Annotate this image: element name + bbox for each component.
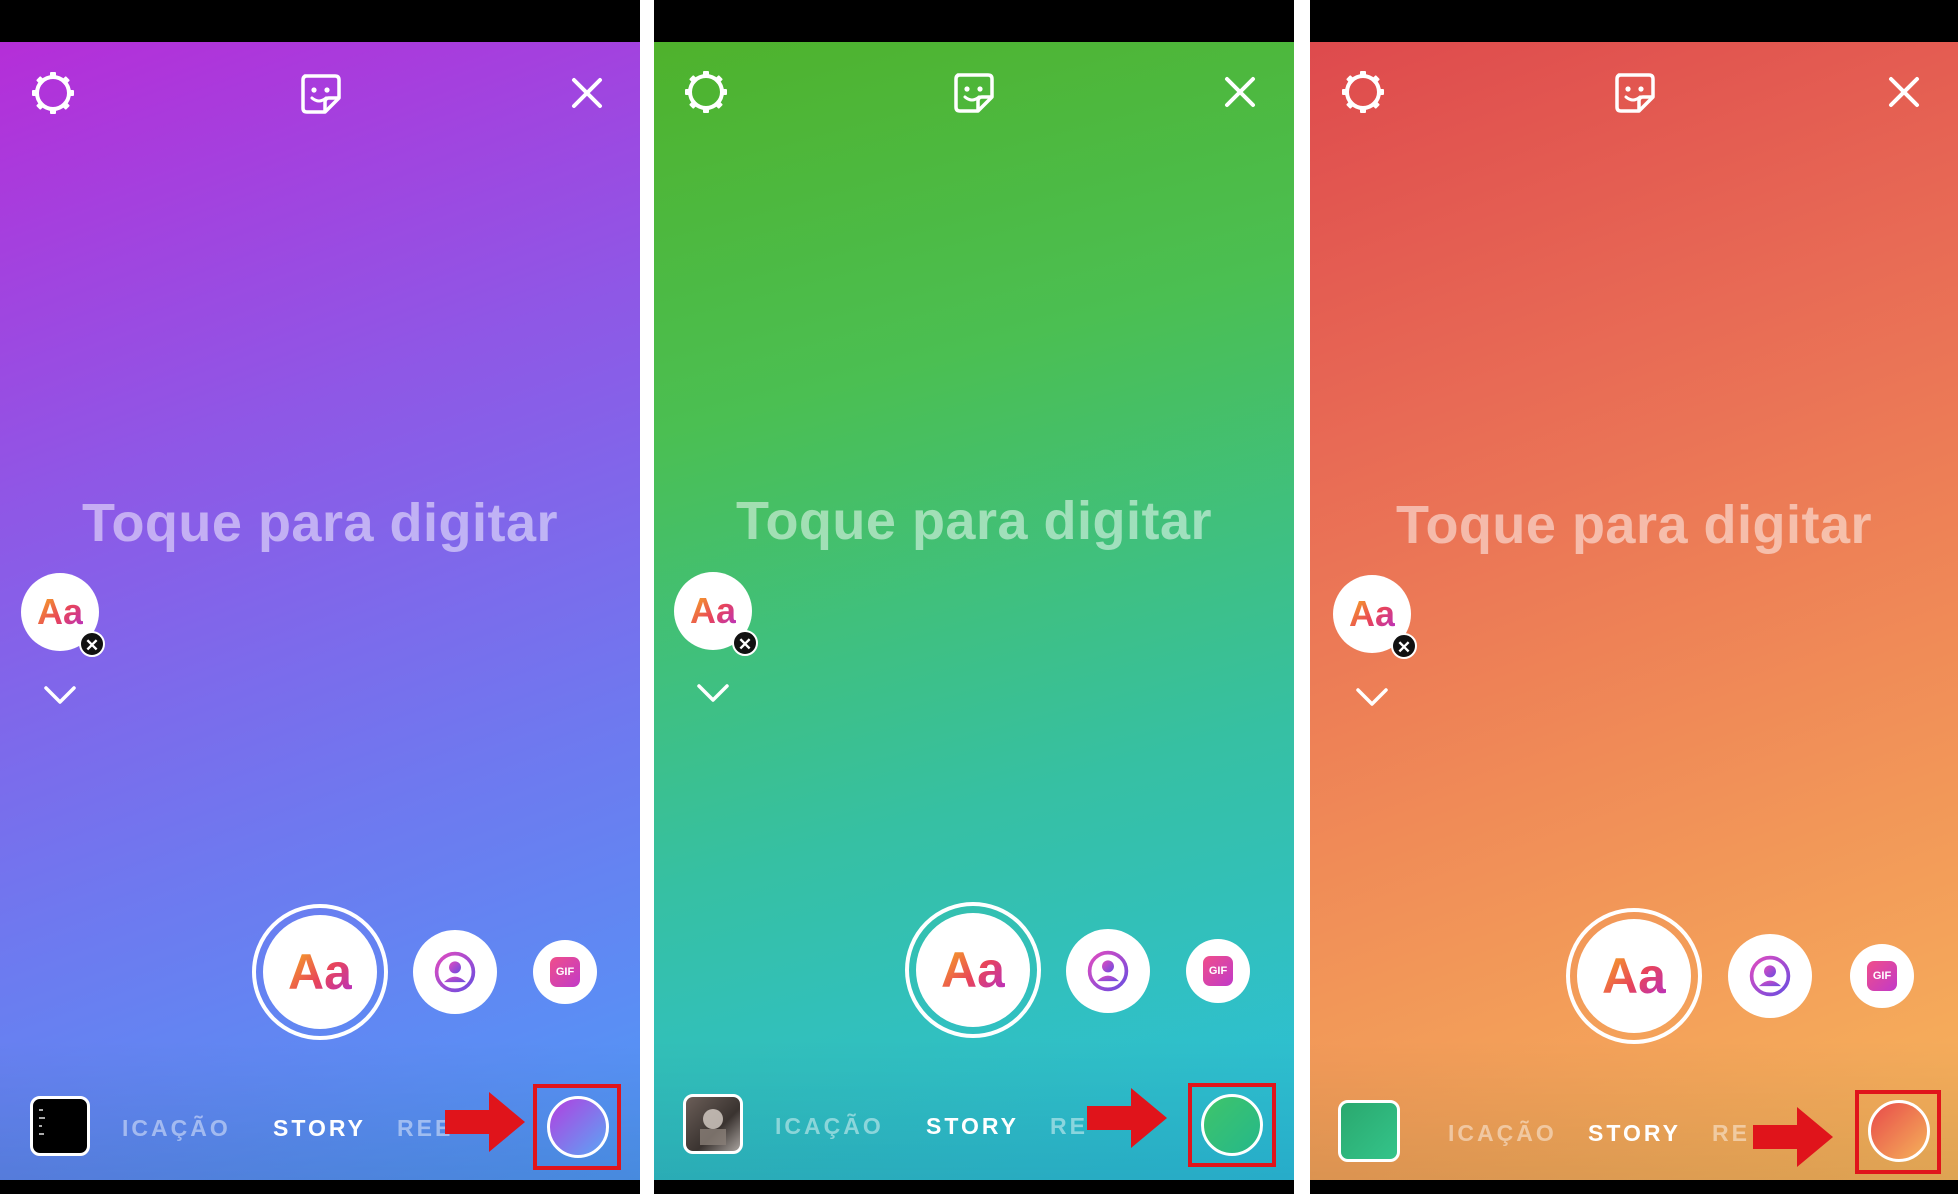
gallery-thumbnail[interactable] xyxy=(683,1094,743,1154)
text-tool-label: Aa xyxy=(689,590,737,631)
mode-publication[interactable]: ICAÇÃO xyxy=(1448,1120,1557,1147)
mention-icon xyxy=(1749,955,1791,997)
story-panel-purple: Toque para digitar Aa ✕ Aa GIF ICAÇÃO ST… xyxy=(0,0,640,1194)
settings-icon[interactable] xyxy=(1335,64,1391,120)
text-style-button[interactable]: Aa ✕ xyxy=(674,572,758,656)
story-canvas[interactable]: Toque para digitar Aa ✕ Aa GIF ICAÇÃO ST… xyxy=(654,42,1294,1180)
red-arrow-annotation xyxy=(445,1092,525,1152)
remove-text-icon[interactable]: ✕ xyxy=(79,631,105,657)
red-arrow-annotation xyxy=(1087,1088,1167,1148)
tap-to-type-hint[interactable]: Toque para digitar xyxy=(654,490,1294,552)
mode-story[interactable]: STORY xyxy=(273,1115,366,1142)
top-black-bar xyxy=(0,0,640,42)
mode-publication[interactable]: ICAÇÃO xyxy=(122,1115,231,1142)
close-icon[interactable] xyxy=(1876,64,1932,120)
mode-publication[interactable]: ICAÇÃO xyxy=(775,1113,884,1140)
create-text-button[interactable]: Aa xyxy=(252,904,388,1040)
text-style-button[interactable]: Aa ✕ xyxy=(1333,575,1417,659)
mention-button[interactable] xyxy=(1728,934,1812,1018)
story-canvas[interactable]: Toque para digitar Aa ✕ Aa GIF ICAÇÃO ST… xyxy=(0,42,640,1180)
highlight-box-annotation xyxy=(533,1084,621,1170)
mention-icon xyxy=(1087,950,1129,992)
story-panel-green: Toque para digitar Aa ✕ Aa GIF ICAÇÃO ST… xyxy=(654,0,1294,1194)
top-black-bar xyxy=(654,0,1294,42)
story-canvas[interactable]: Toque para digitar Aa ✕ Aa GIF ICAÇÃO ST… xyxy=(1310,42,1958,1180)
settings-icon[interactable] xyxy=(25,65,81,121)
mention-button[interactable] xyxy=(1066,929,1150,1013)
sticker-icon[interactable] xyxy=(292,65,348,121)
top-black-bar xyxy=(1310,0,1958,42)
create-text-label: Aa xyxy=(288,944,352,1000)
text-style-button[interactable]: Aa ✕ xyxy=(21,573,105,657)
create-text-label: Aa xyxy=(941,942,1005,998)
create-text-button[interactable]: Aa xyxy=(1566,908,1702,1044)
gif-button[interactable]: GIF xyxy=(533,940,597,1004)
text-tool-label: Aa xyxy=(36,591,84,632)
highlight-box-annotation xyxy=(1855,1090,1941,1174)
tap-to-type-hint[interactable]: Toque para digitar xyxy=(1310,494,1958,556)
settings-icon[interactable] xyxy=(678,64,734,120)
chevron-down-icon[interactable] xyxy=(1352,684,1392,710)
remove-text-icon[interactable]: ✕ xyxy=(732,630,758,656)
mode-story[interactable]: STORY xyxy=(926,1113,1019,1140)
sticker-icon[interactable] xyxy=(1606,64,1662,120)
create-text-button[interactable]: Aa xyxy=(905,902,1041,1038)
gallery-thumbnail[interactable] xyxy=(1338,1100,1400,1162)
gallery-thumbnail[interactable] xyxy=(30,1096,90,1156)
gif-label: GIF xyxy=(1867,961,1897,991)
highlight-box-annotation xyxy=(1188,1083,1276,1167)
text-tool-label: Aa xyxy=(1348,593,1396,634)
mention-icon xyxy=(434,951,476,993)
close-icon[interactable] xyxy=(1212,64,1268,120)
mention-button[interactable] xyxy=(413,930,497,1014)
create-text-label: Aa xyxy=(1602,948,1666,1004)
gif-label: GIF xyxy=(1203,956,1233,986)
red-arrow-annotation xyxy=(1753,1107,1833,1167)
story-panel-orange: Toque para digitar Aa ✕ Aa GIF ICAÇÃO ST… xyxy=(1310,0,1958,1194)
tap-to-type-hint[interactable]: Toque para digitar xyxy=(0,492,640,554)
gif-button[interactable]: GIF xyxy=(1850,944,1914,1008)
mode-story[interactable]: STORY xyxy=(1588,1120,1681,1147)
mode-reels[interactable]: RE xyxy=(1712,1120,1750,1147)
sticker-icon[interactable] xyxy=(945,64,1001,120)
chevron-down-icon[interactable] xyxy=(40,682,80,708)
gif-button[interactable]: GIF xyxy=(1186,939,1250,1003)
close-icon[interactable] xyxy=(559,65,615,121)
gif-label: GIF xyxy=(550,957,580,987)
remove-text-icon[interactable]: ✕ xyxy=(1391,633,1417,659)
mode-reels[interactable]: RE xyxy=(1050,1113,1088,1140)
chevron-down-icon[interactable] xyxy=(693,680,733,706)
